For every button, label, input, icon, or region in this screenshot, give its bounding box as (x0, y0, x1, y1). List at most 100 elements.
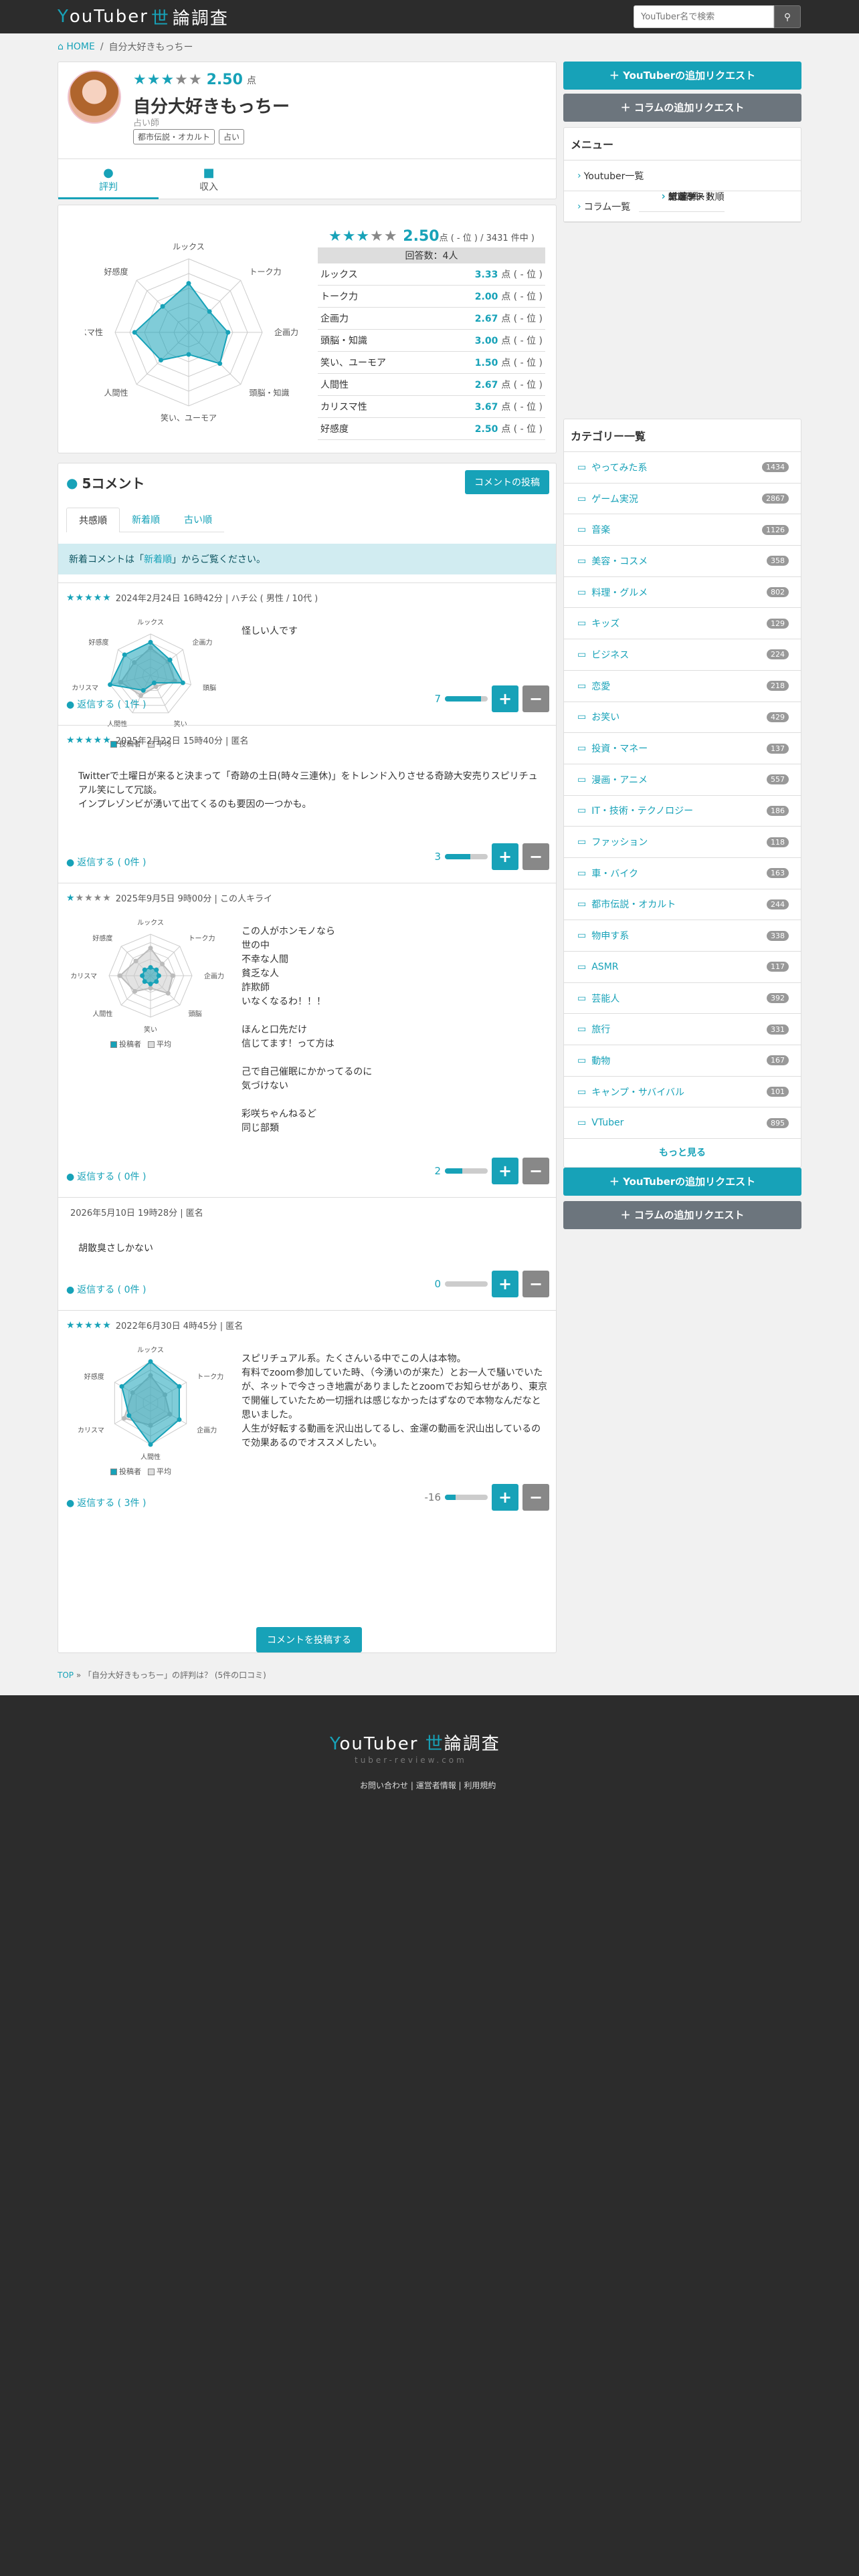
tag-occult[interactable]: 都市伝説・オカルト (133, 129, 215, 144)
bottom-post-button[interactable]: コメントを投稿する (256, 1627, 362, 1652)
logo-kanji-rest: 論調査 (172, 8, 229, 29)
radar-avg-series-point (170, 973, 175, 978)
add-column-label: コラムの追加リクエスト (634, 1209, 745, 1221)
radar-user-series-point (148, 1359, 153, 1364)
radar-label: 笑い (144, 1025, 157, 1034)
add-column-label: コラムの追加リクエスト (634, 102, 745, 114)
downvote-button[interactable]: − (522, 1158, 549, 1184)
more-categories-link[interactable]: もっと見る (564, 1139, 801, 1167)
category-item[interactable]: ▭ 恋愛 218 (564, 671, 801, 702)
sidebar-menu: メニュー › Youtuber一覧 › 50音順 › コメント数順 › 新着 › コラム一覧 › 総選… (563, 127, 801, 223)
comment-item: ★★★★★ 2024年2月24日 16時42分 | ハチ公 ( 男性 / 10代 … (58, 582, 556, 748)
radar-user-series-point (119, 1384, 124, 1389)
vote-bar-fill (445, 1495, 456, 1500)
tab-reputation[interactable]: ● 評判 (58, 159, 159, 199)
footer-link-operator[interactable]: 運営者情報 (416, 1781, 456, 1790)
tab-income[interactable]: ■ 収入 (159, 159, 259, 199)
score-value: 2.50 (206, 72, 243, 88)
sort-tab-empathy[interactable]: 共感順 (66, 508, 120, 532)
footer-crumb-top[interactable]: TOP (58, 1671, 74, 1680)
category-item[interactable]: ▭ 投資・マネー 137 (564, 733, 801, 764)
downvote-button[interactable]: − (522, 843, 549, 870)
category-item[interactable]: ▭ 旅行 331 (564, 1014, 801, 1046)
breadcrumb-sep: / (100, 41, 104, 52)
footer-logo-rest: 論調査 (444, 1734, 500, 1754)
menu-item[interactable]: › ニュース (639, 181, 705, 212)
category-count: 895 (767, 1117, 789, 1128)
post-comment-button[interactable]: コメントの投稿 (465, 470, 549, 494)
upvote-button[interactable]: + (492, 1158, 518, 1184)
reply-link[interactable]: ● 返信する ( 0件 ) (66, 1170, 146, 1183)
category-item[interactable]: ▭ 料理・グルメ 802 (564, 577, 801, 609)
sort-tab-newest[interactable]: 新着順 (120, 508, 172, 532)
category-item[interactable]: ▭ ビジネス 224 (564, 639, 801, 671)
comment-stars: ★★★★★ (66, 735, 112, 746)
stars-on: ★★★ (328, 228, 371, 245)
comment-meta: 2026年5月10日 19時28分 | 匿名 (66, 1206, 203, 1218)
tag-fortune[interactable]: 占い (219, 129, 245, 144)
category-item[interactable]: ▭ 車・バイク 163 (564, 858, 801, 889)
legend-avg: 平均 (148, 1466, 171, 1477)
rating-row: ルックス 3.33 点 ( - 位 ) (318, 263, 545, 286)
comment-item: ★★★★★ 2025年9月5日 9時00分 | この人キライ この人がホンモノなら … (58, 883, 556, 1197)
search-input[interactable] (634, 5, 774, 28)
vote-count: 2 (434, 1165, 441, 1177)
category-item[interactable]: ▭ VTuber 895 (564, 1107, 801, 1140)
category-item[interactable]: ▭ お笑い 429 (564, 702, 801, 734)
reply-label: 返信する ( 1件 ) (77, 700, 147, 710)
sort-tab-oldest[interactable]: 古い順 (172, 508, 224, 532)
reply-link[interactable]: ● 返信する ( 1件 ) (66, 697, 146, 711)
category-item[interactable]: ▭ ファッション 118 (564, 827, 801, 858)
radar-label: 笑い、ユーモア (161, 413, 217, 423)
add-youtuber-button[interactable]: ＋ YouTuberの追加リクエスト (563, 62, 801, 90)
upvote-button[interactable]: + (492, 685, 518, 712)
category-item[interactable]: ▭ やってみた系 1434 (564, 452, 801, 484)
vote-controls: 0 + − (434, 1271, 549, 1297)
reply-link[interactable]: ● 返信する ( 0件 ) (66, 855, 146, 869)
category-item[interactable]: ▭ 物申す系 338 (564, 920, 801, 952)
category-item[interactable]: ▭ IT・技術・テクノロジー 186 (564, 796, 801, 827)
rating-table: ★★★★★ 2.50点 ( - 位 ) / 3431 件中 ) 回答数：4人 ル… (318, 228, 545, 440)
folder-icon: ▭ (577, 992, 587, 1004)
reply-link[interactable]: ● 返信する ( 0件 ) (66, 1283, 146, 1296)
search-button[interactable]: ⚲ (774, 5, 801, 28)
category-item[interactable]: ▭ 音楽 1126 (564, 514, 801, 546)
upvote-button[interactable]: + (492, 843, 518, 870)
footer-link-contact[interactable]: お問い合わせ (360, 1781, 408, 1790)
footer-logo[interactable]: YouTuber 世論調査 (330, 1730, 500, 1755)
folder-icon: ▭ (577, 805, 587, 817)
radar-label: 頭脳 (203, 684, 216, 692)
footer-link-terms[interactable]: 利用規約 (464, 1781, 496, 1790)
tab-reputation-label: 評判 (99, 182, 118, 193)
notice-link[interactable]: 新着順 (144, 554, 172, 565)
radar-label: トーク力 (250, 267, 282, 276)
category-item[interactable]: ▭ ゲーム実況 2867 (564, 484, 801, 515)
vote-controls: 7 + − (434, 685, 549, 712)
category-item[interactable]: ▭ 漫画・アニメ 557 (564, 764, 801, 796)
add-column-button[interactable]: ＋ コラムの追加リクエスト (563, 94, 801, 122)
downvote-button[interactable]: − (522, 1484, 549, 1511)
category-item[interactable]: ▭ キッズ 129 (564, 608, 801, 640)
reply-label: 返信する ( 3件 ) (77, 1498, 147, 1509)
category-item[interactable]: ▭ 芸能人 392 (564, 983, 801, 1014)
add-youtuber-button-bottom[interactable]: ＋ YouTuberの追加リクエスト (563, 1168, 801, 1196)
category-item[interactable]: ▭ 動物 167 (564, 1045, 801, 1077)
category-item[interactable]: ▭ 美容・コスメ 358 (564, 546, 801, 577)
upvote-button[interactable]: + (492, 1484, 518, 1511)
footer-links: お問い合わせ | 運営者情報 | 利用規約 (360, 1781, 496, 1790)
add-column-button-bottom[interactable]: ＋ コラムの追加リクエスト (563, 1201, 801, 1229)
upvote-button[interactable]: + (492, 1271, 518, 1297)
downvote-button[interactable]: − (522, 685, 549, 712)
radar-user-series-point (122, 652, 127, 657)
category-count: 224 (767, 649, 789, 660)
downvote-button[interactable]: − (522, 1271, 549, 1297)
site-logo[interactable]: YouTuber 世論調査 (58, 5, 229, 29)
category-item[interactable]: ▭ ASMR 117 (564, 952, 801, 983)
category-item[interactable]: ▭ キャンプ・サバイバル 101 (564, 1077, 801, 1108)
reply-link[interactable]: ● 返信する ( 3件 ) (66, 1496, 146, 1509)
category-item[interactable]: ▭ 都市伝説・オカルト 244 (564, 889, 801, 921)
comment-meta-text: 2024年2月24日 16時42分 | ハチ公 ( 男性 / 10代 ) (115, 594, 318, 604)
category-label-wrap: ▭ お笑い (577, 710, 619, 724)
breadcrumb-home[interactable]: ⌂ HOME (58, 41, 95, 52)
comment-text: この人がホンモノなら 世の中 不幸な人間 貧乏な人 詐欺師 いなくなるわ！！！ … (242, 926, 373, 1134)
